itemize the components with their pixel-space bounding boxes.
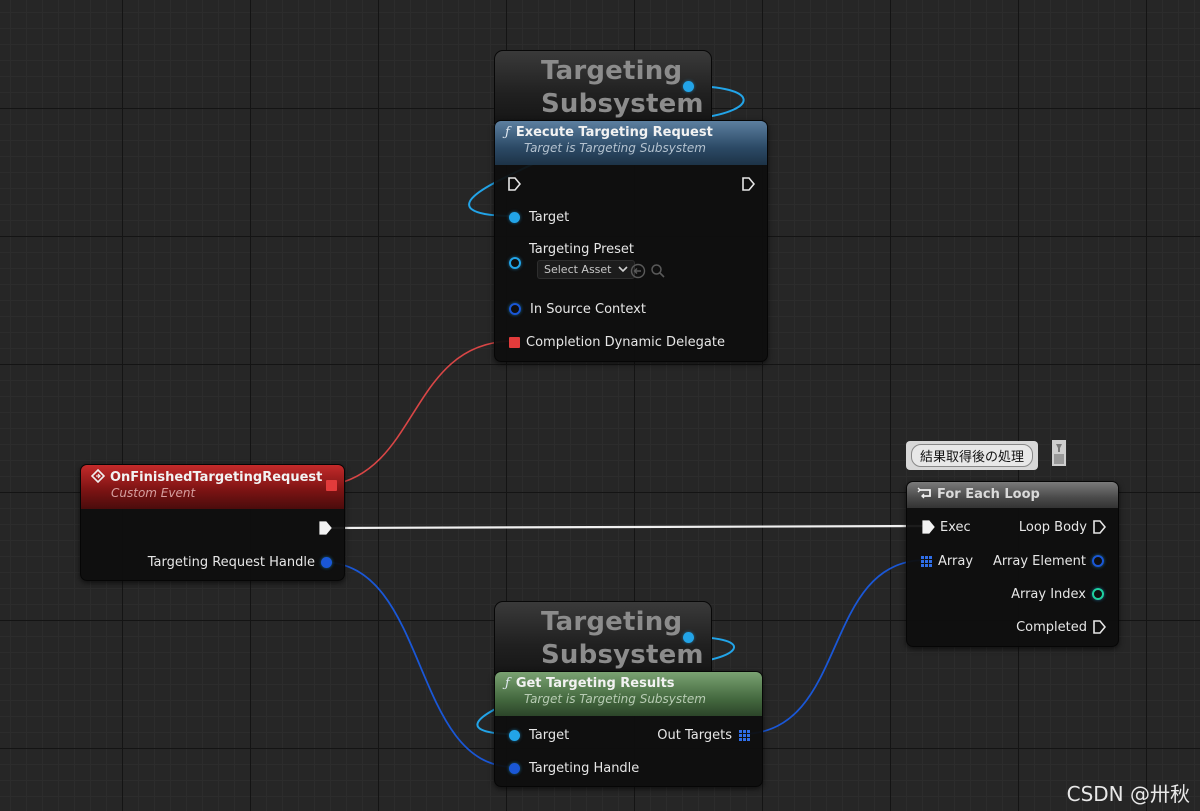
subsystem-label-line1: Targeting [541, 607, 683, 637]
node-title: OnFinishedTargetingRequest [110, 470, 323, 485]
function-icon: ƒ [505, 676, 510, 691]
node-header: ƒ Get Targeting Results Target is Targeti… [495, 672, 762, 716]
loop-icon [917, 487, 931, 499]
out-targets-pin[interactable] [739, 729, 750, 741]
out-targets-label: Out Targets [657, 727, 732, 743]
on-finished-targeting-request-node[interactable]: OnFinishedTargetingRequest Custom Event … [80, 464, 345, 581]
exec-out-row [318, 517, 332, 539]
search-icon[interactable] [650, 263, 666, 279]
node-header: For Each Loop [907, 482, 1118, 508]
target-pin-row: Target [509, 724, 569, 746]
subsystem-label-line2: Subsystem [541, 640, 704, 670]
target-pin-row: Target [509, 206, 569, 228]
completed-pin[interactable] [1092, 620, 1106, 634]
target-pin-label: Target [529, 209, 570, 225]
subsystem-reference-label: Targeting Subsystem [541, 55, 704, 121]
target-pin[interactable] [509, 729, 520, 741]
subsystem-reference-label: Targeting Subsystem [541, 606, 704, 672]
exec-output-pin[interactable] [318, 521, 332, 535]
array-element-label: Array Element [993, 553, 1086, 569]
wire-exec [329, 524, 927, 530]
subsystem-output-pin[interactable] [683, 632, 694, 643]
get-targeting-results-node[interactable]: ƒ Get Targeting Results Target is Targeti… [494, 671, 763, 787]
loop-body-label: Loop Body [1018, 519, 1087, 535]
source-context-label: In Source Context [530, 301, 646, 317]
for-each-loop-node[interactable]: For Each Loop Exec Loop Body Array Array… [906, 481, 1119, 647]
array-index-pin[interactable] [1092, 588, 1104, 600]
select-asset-value: Select Asset [544, 263, 612, 276]
event-delegate-output-pin[interactable] [326, 480, 337, 491]
wire-delegate [330, 340, 515, 486]
node-title: Execute Targeting Request [515, 125, 713, 140]
event-diamond-icon [90, 468, 106, 484]
subsystem-label-line1: Targeting [541, 56, 683, 86]
completed-row: Completed [1016, 616, 1106, 638]
completion-delegate-pin[interactable] [509, 336, 520, 348]
node-comment-bubble[interactable]: 結果取得後の処理 [906, 441, 1039, 470]
array-element-row: Array Element [993, 550, 1104, 572]
completion-delegate-label: Completion Dynamic Delegate [526, 334, 725, 350]
exec-out-row [741, 173, 755, 195]
array-element-pin[interactable] [1092, 555, 1104, 567]
array-index-label: Array Index [1011, 586, 1086, 602]
targeting-handle-pin[interactable] [509, 762, 520, 774]
select-asset-dropdown[interactable]: Select Asset [537, 260, 635, 279]
array-pin[interactable] [921, 555, 932, 567]
node-subtitle: Custom Event [111, 486, 196, 500]
subsystem-reference-node-top[interactable]: Targeting Subsystem [494, 50, 712, 124]
array-pin-row: Array [921, 550, 973, 572]
exec-output-pin[interactable] [741, 177, 755, 191]
source-context-pin-row: In Source Context [509, 298, 646, 320]
execute-targeting-request-node[interactable]: ƒ Execute Targeting Request Target is Tar… [494, 120, 768, 362]
exec-input-pin[interactable] [507, 177, 521, 191]
watermark-text: CSDN @卅秋 [1066, 782, 1190, 806]
wire-handle [321, 561, 515, 768]
use-selected-asset-icon[interactable] [630, 263, 646, 279]
loop-body-row: Loop Body [1019, 516, 1106, 538]
targeting-preset-pin[interactable] [509, 257, 521, 269]
target-pin[interactable] [509, 211, 520, 223]
array-index-row: Array Index [1011, 583, 1104, 605]
array-pin-label: Array [938, 553, 974, 569]
node-subtitle: Target is Targeting Subsystem [524, 141, 706, 155]
targeting-request-handle-pin[interactable] [321, 556, 332, 568]
targeting-handle-pin-row: Targeting Handle [509, 757, 639, 779]
exec-in-row [507, 173, 521, 195]
node-header: OnFinishedTargetingRequest Custom Event [81, 465, 344, 509]
node-header: ƒ Execute Targeting Request Target is Tar… [495, 121, 767, 165]
pin-comment-icon[interactable] [1052, 440, 1066, 466]
target-pin-label: Target [529, 727, 570, 743]
node-comment-text: 結果取得後の処理 [911, 444, 1034, 467]
targeting-preset-pin-row [509, 252, 521, 274]
node-title: For Each Loop [937, 487, 1040, 502]
loop-body-pin[interactable] [1092, 520, 1106, 534]
wire-out-targets-to-array [741, 559, 927, 735]
out-targets-row: Out Targets [657, 724, 750, 746]
handle-pin-row: Targeting Request Handle [148, 551, 332, 573]
chevron-down-icon [617, 266, 628, 273]
targeting-handle-label: Targeting Handle [529, 760, 640, 776]
targeting-preset-label: Targeting Preset [529, 242, 634, 257]
subsystem-output-pin[interactable] [683, 81, 694, 92]
node-title: Get Targeting Results [515, 676, 675, 691]
exec-in-row: Exec [921, 516, 971, 538]
completed-label: Completed [1016, 619, 1087, 635]
subsystem-label-line2: Subsystem [541, 89, 704, 119]
completion-delegate-pin-row: Completion Dynamic Delegate [509, 331, 725, 353]
handle-pin-label: Targeting Request Handle [147, 554, 315, 570]
subsystem-reference-node-bottom[interactable]: Targeting Subsystem [494, 601, 712, 675]
exec-pin-label: Exec [940, 519, 971, 535]
source-context-pin[interactable] [509, 303, 521, 315]
function-icon: ƒ [505, 125, 510, 140]
node-subtitle: Target is Targeting Subsystem [524, 692, 706, 706]
exec-input-pin[interactable] [921, 520, 935, 534]
